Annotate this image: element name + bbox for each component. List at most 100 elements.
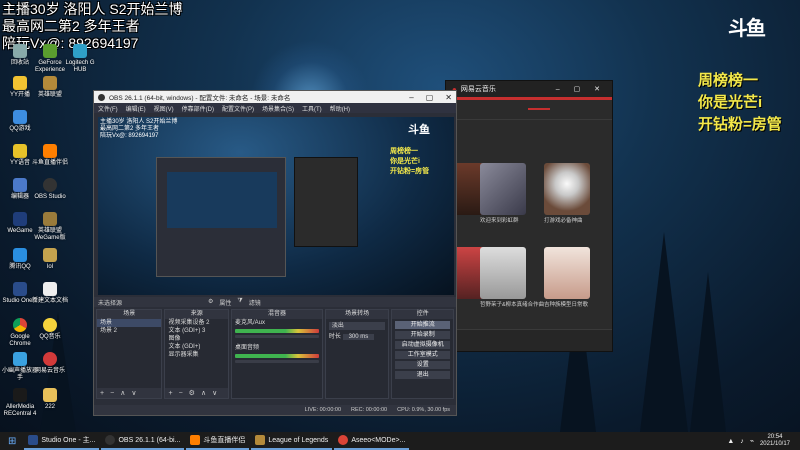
start-streaming-button[interactable]: 开始推流 bbox=[395, 321, 451, 329]
filter-icon[interactable]: ⧩ bbox=[237, 298, 242, 306]
dock-title: 控件 bbox=[392, 310, 454, 319]
menu-docks[interactable]: 停靠部件(D) bbox=[182, 104, 214, 113]
clock-time: 20:54 bbox=[767, 434, 783, 440]
overlay-line: 最高网二第2 多年王者 bbox=[100, 126, 160, 132]
start-recording-button[interactable]: 开始录制 bbox=[395, 331, 451, 339]
qqmusic-icon[interactable]: QQ音乐 bbox=[30, 318, 70, 341]
taskbar-item[interactable]: OBS 26.1.1 (64-bi... bbox=[101, 432, 185, 450]
obs-icon[interactable]: OBS Studio bbox=[30, 178, 70, 201]
active-tab-indicator bbox=[528, 108, 550, 110]
menu-view[interactable]: 视图(V) bbox=[154, 104, 174, 113]
properties-button[interactable]: 属性 bbox=[219, 298, 231, 307]
source-item[interactable]: 图像 bbox=[165, 335, 228, 343]
folder-icon[interactable]: 222 bbox=[30, 388, 70, 411]
ghub-icon[interactable]: Logitech G HUB bbox=[60, 44, 100, 74]
add-icon[interactable]: + bbox=[168, 390, 172, 397]
lol-wegame-icon[interactable]: 英雄联盟WeGame版 bbox=[30, 212, 70, 242]
douyu-icon[interactable]: 斗鱼直播伴侣 bbox=[30, 144, 70, 167]
down-icon[interactable]: ∨ bbox=[212, 389, 217, 397]
overlay-line: 主播30岁 洛阳人 S2开始兰博 bbox=[2, 1, 183, 17]
lol-shortcut-icon[interactable]: lol bbox=[30, 248, 70, 271]
tray-icon[interactable]: ▲ bbox=[727, 438, 734, 445]
obs-preview[interactable]: 主播30岁 洛阳人 S2开始兰博 最高网二第2 多年王者 陪玩Vx@: 8926… bbox=[98, 117, 454, 295]
gear-icon[interactable]: ⚙ bbox=[208, 298, 213, 306]
dock-toolbar: + − ∧ ∨ bbox=[97, 388, 162, 398]
chrome-icon bbox=[338, 435, 349, 445]
taskbar-item[interactable]: League of Legends bbox=[251, 432, 333, 450]
remove-icon[interactable]: − bbox=[179, 390, 183, 397]
gear-icon[interactable]: ⚙ bbox=[189, 389, 195, 397]
menu-profile[interactable]: 配置文件(P) bbox=[222, 104, 254, 113]
music-tabbar[interactable] bbox=[446, 100, 612, 120]
exit-button[interactable]: 退出 bbox=[395, 371, 451, 379]
music-window[interactable]: ● 网易云音乐 ‒ ▢ ✕ 欢迎来到彩虹群 打游戏必备神曲 哲野茉子&柳本真绪合… bbox=[445, 80, 613, 352]
music-player-bar[interactable] bbox=[446, 329, 612, 351]
lol-icon bbox=[255, 435, 266, 445]
menu-tools[interactable]: 工具(T) bbox=[302, 104, 322, 113]
studio-mode-button[interactable]: 工作室模式 bbox=[395, 351, 451, 359]
maximize-icon[interactable]: ▢ bbox=[426, 93, 434, 102]
duration-input[interactable]: 300 ms bbox=[342, 334, 375, 340]
menu-scene-collection[interactable]: 场景集合(S) bbox=[262, 104, 294, 113]
text-doc-icon[interactable]: 新建文本文档 bbox=[30, 282, 70, 305]
obs-icon bbox=[98, 93, 105, 101]
menu-file[interactable]: 文件(F) bbox=[98, 104, 118, 113]
transitions-dock: 场景转场 淡出 时长 300 ms bbox=[324, 309, 390, 399]
source-toolbar: 未选择源 ⚙ 属性 ⧩ 滤镜 bbox=[94, 297, 456, 307]
clock[interactable]: 20:54 2021/10/17 bbox=[760, 434, 790, 448]
lol-icon[interactable]: 英雄联盟 bbox=[30, 76, 70, 99]
qqgame-icon[interactable]: QQ游戏 bbox=[0, 110, 40, 133]
playlist-card[interactable]: 吉种族模型日常歌 bbox=[544, 247, 590, 309]
taskbar-item[interactable]: 斗鱼直播伴侣 bbox=[186, 432, 250, 450]
down-icon[interactable]: ∨ bbox=[131, 389, 136, 397]
studio-one-icon bbox=[28, 435, 39, 445]
source-item[interactable]: 视频采集设备 2 bbox=[165, 319, 228, 327]
obs-docks: 场景 场景 场景 2 + − ∧ ∨ 来源 视频采集设备 2 文本 (GDI+) 3 … bbox=[94, 309, 456, 399]
ranking-line: 周榜榜一 bbox=[390, 148, 418, 155]
speaker-icon[interactable]: ♪ bbox=[740, 438, 744, 445]
obs-icon bbox=[105, 435, 116, 445]
source-item[interactable]: 文本 (GDI+) bbox=[165, 343, 228, 351]
settings-button[interactable]: 设置 bbox=[395, 361, 451, 369]
playlist-card[interactable]: 打游戏必备神曲 bbox=[544, 163, 590, 225]
taskbar-item[interactable]: Studio One - 主... bbox=[24, 432, 100, 450]
menu-edit[interactable]: 编辑(E) bbox=[126, 104, 146, 113]
source-item[interactable]: 文本 (GDI+) 3 bbox=[165, 327, 228, 335]
clock-date: 2021/10/17 bbox=[759, 441, 790, 447]
network-icon[interactable]: ⌁ bbox=[750, 437, 754, 445]
up-icon[interactable]: ∧ bbox=[201, 389, 206, 397]
remove-icon[interactable]: − bbox=[110, 390, 114, 397]
ranking-line: 开钻粉=房管 bbox=[390, 168, 430, 175]
music-title: 网易云音乐 bbox=[460, 86, 496, 93]
playlist-card[interactable]: 欢迎来到彩虹群 bbox=[480, 163, 526, 225]
menu-help[interactable]: 帮助(H) bbox=[330, 104, 350, 113]
up-icon[interactable]: ∧ bbox=[120, 389, 125, 397]
windows-start-icon[interactable]: ⊞ bbox=[0, 436, 24, 447]
scene-item[interactable]: 场景 bbox=[97, 319, 162, 327]
ranking-line: 你是光芒i bbox=[698, 94, 763, 111]
wallpaper-tree bbox=[640, 232, 688, 432]
volume-slider[interactable] bbox=[235, 360, 319, 363]
audio-meter bbox=[235, 354, 319, 358]
obs-titlebar: OBS 26.1.1 (64-bit, windows) - 配置文件: 未命名… bbox=[94, 91, 456, 103]
sources-dock: 来源 视频采集设备 2 文本 (GDI+) 3 图像 文本 (GDI+) 显示器… bbox=[164, 309, 230, 399]
filters-button[interactable]: 滤镜 bbox=[249, 298, 261, 307]
taskbar-item[interactable]: Aseeo<MODe>... bbox=[334, 432, 410, 450]
wallpaper-tree bbox=[690, 272, 726, 432]
overlay-line: 最高网二第2 多年王者 bbox=[2, 18, 140, 34]
mixer-channel-label: 麦克风/Aux bbox=[235, 320, 266, 326]
close-icon[interactable]: ✕ bbox=[445, 93, 452, 102]
volume-slider[interactable] bbox=[235, 335, 319, 338]
source-item[interactable]: 显示器采集 bbox=[165, 351, 228, 359]
minimize-icon[interactable]: ‒ bbox=[409, 93, 413, 102]
virtual-camera-button[interactable]: 启动虚拟摄像机 bbox=[395, 341, 451, 349]
add-icon[interactable]: + bbox=[100, 390, 104, 397]
scene-item[interactable]: 场景 2 bbox=[97, 327, 161, 335]
playlist-card[interactable]: 哲野茉子&柳本真绪合作曲 bbox=[480, 247, 544, 309]
douyu-logo: 斗鱼 bbox=[408, 124, 430, 136]
netease-icon[interactable]: 网易云音乐 bbox=[30, 352, 70, 375]
transition-select[interactable]: 淡出 bbox=[328, 322, 386, 330]
window-controls[interactable]: ‒ ▢ ✕ bbox=[409, 93, 452, 102]
obs-window[interactable]: OBS 26.1.1 (64-bit, windows) - 配置文件: 未命名… bbox=[93, 90, 457, 416]
cpu-fps: CPU: 0.9%, 30.00 fps bbox=[397, 407, 450, 413]
